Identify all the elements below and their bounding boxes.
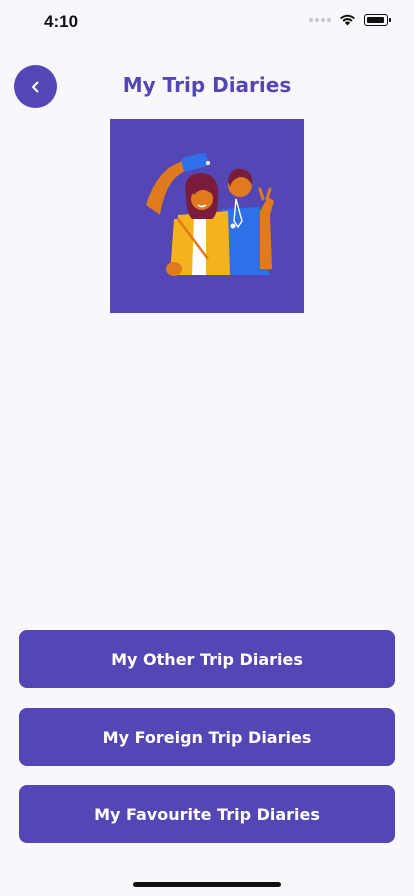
signal-icon <box>309 18 331 22</box>
travel-friends-selfie-illustration <box>146 152 274 276</box>
page-title: My Trip Diaries <box>122 73 292 97</box>
status-time: 4:10 <box>44 12 79 31</box>
wifi-icon <box>340 14 355 26</box>
status-bar: 4:10 <box>0 0 414 48</box>
battery-icon <box>364 14 391 26</box>
other-trip-diaries-button[interactable]: My Other Trip Diaries <box>19 630 395 688</box>
favourite-trip-diaries-button[interactable]: My Favourite Trip Diaries <box>19 785 395 843</box>
home-indicator[interactable] <box>133 882 281 887</box>
status-icons <box>309 14 391 26</box>
foreign-trip-diaries-button[interactable]: My Foreign Trip Diaries <box>19 708 395 766</box>
screen: 4:10 My Trip Diaries My Other Trip Diari… <box>0 0 414 896</box>
hero-illustration <box>110 119 304 313</box>
